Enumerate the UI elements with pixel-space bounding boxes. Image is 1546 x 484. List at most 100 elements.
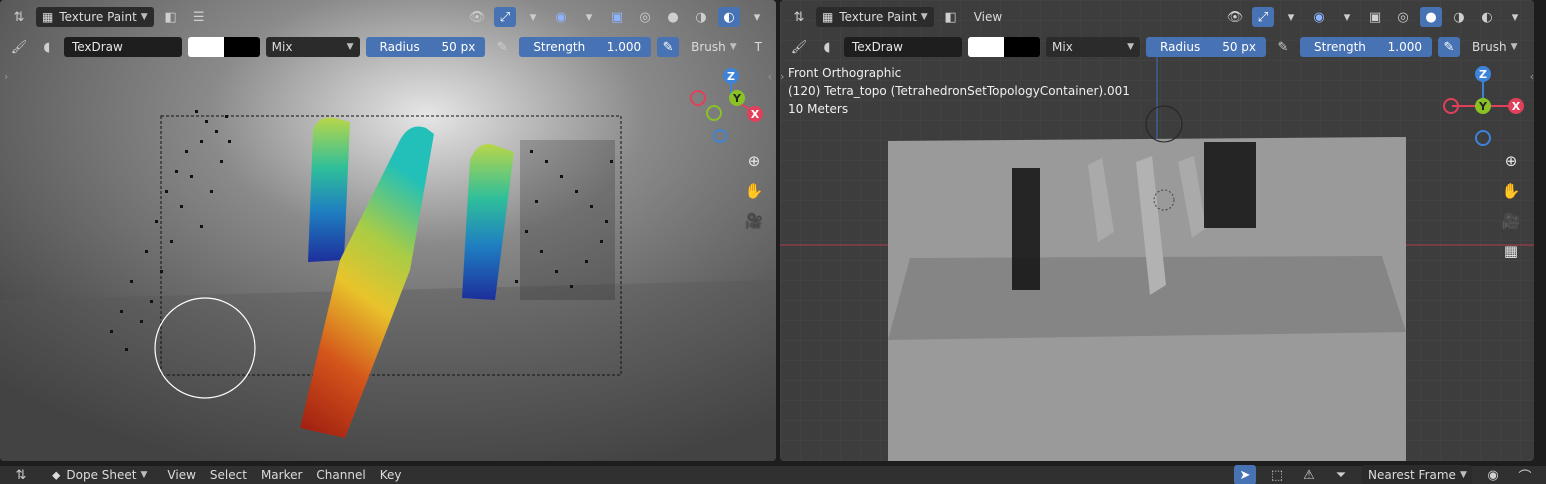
truncated-menu[interactable]: T <box>749 37 768 57</box>
brush-icon[interactable]: 🖌 <box>8 37 30 57</box>
wireframe-shading-icon[interactable]: ◎ <box>1392 7 1414 27</box>
proportional-icon[interactable]: ◉ <box>1482 465 1504 484</box>
strength-label: Strength <box>1314 40 1366 54</box>
left-3d-viewport[interactable]: ⇅ ▦ Texture Paint ▼ ◧ ☰ 👁 ⤢ ▾ ◉ ▾ ▣ ◎ ● … <box>0 0 776 461</box>
color-swatch[interactable] <box>968 37 1040 57</box>
brush-menu-label: Brush <box>1472 40 1507 54</box>
navigation-gizmo[interactable]: Z X Y <box>684 64 768 148</box>
radius-label: Radius <box>379 40 420 54</box>
right-header: ⇅ ▦ Texture Paint ▼ ◧ View 👁 ⤢ ▾ ◉ ▾ ▣ ◎… <box>780 0 1534 34</box>
filter-icon[interactable]: ⏷ <box>1330 465 1352 484</box>
color-swatch[interactable] <box>187 37 260 57</box>
snap-label: Nearest Frame <box>1368 468 1456 482</box>
wireframe-shading-icon[interactable]: ◎ <box>634 7 656 27</box>
pan-hand-icon[interactable]: ✋ <box>1498 178 1524 204</box>
editor-type-icon[interactable]: ⇅ <box>10 465 32 484</box>
brush-icon[interactable]: 🖌 <box>788 37 810 57</box>
pressure-icon[interactable]: ✎ <box>491 37 513 57</box>
right-tool-settings: 🖌 ◖ TexDraw Mix ▼ Radius 50 px ✎ Strengt… <box>780 30 1534 64</box>
brush-name-field[interactable]: TexDraw <box>63 37 182 57</box>
menu-marker[interactable]: Marker <box>261 468 302 482</box>
camera-icon[interactable]: 🎥 <box>1498 208 1524 234</box>
menu-key[interactable]: Key <box>380 468 402 482</box>
chevron-down-icon[interactable]: ▾ <box>1280 7 1302 27</box>
visibility-icon[interactable]: 👁 <box>466 7 488 27</box>
right-3d-viewport[interactable]: ⇅ ▦ Texture Paint ▼ ◧ View 👁 ⤢ ▾ ◉ ▾ ▣ ◎… <box>780 0 1534 461</box>
mode-label: Texture Paint <box>839 10 917 24</box>
viewport-info-overlay: Front Orthographic (120) Tetra_topo (Tet… <box>788 64 1130 118</box>
editor-type-icon[interactable]: ⇅ <box>8 7 30 27</box>
view-name: Front Orthographic <box>788 66 902 80</box>
mode-selector[interactable]: ▦ Texture Paint ▼ <box>816 7 934 27</box>
radius-slider[interactable]: Radius 50 px <box>1146 37 1266 57</box>
grid-icon[interactable]: ▦ <box>1498 238 1524 264</box>
curve-icon[interactable]: ⌒ <box>1514 465 1536 484</box>
mode-label: Texture Paint <box>59 10 137 24</box>
strength-slider[interactable]: Strength 1.000 <box>519 37 652 57</box>
gizmo-toggle-icon[interactable]: ⤢ <box>494 7 516 27</box>
material-shading-icon[interactable]: ◑ <box>1448 7 1470 27</box>
mode-selector[interactable]: ▦ Texture Paint ▼ <box>36 7 154 27</box>
toolbar-expand-arrow[interactable]: › <box>4 70 8 83</box>
chevron-down-icon: ▼ <box>1127 42 1134 52</box>
sidebar-expand-arrow[interactable]: ‹ <box>1530 70 1534 83</box>
navigation-gizmo[interactable]: Z X Y <box>1442 64 1526 148</box>
snap-dropdown[interactable]: Nearest Frame ▼ <box>1362 465 1472 484</box>
select-icon[interactable]: ➤ <box>1234 465 1256 484</box>
overlay-icon[interactable]: ◉ <box>1308 7 1330 27</box>
solid-shading-icon[interactable]: ● <box>1420 7 1442 27</box>
brush-menu[interactable]: Brush ▼ <box>1466 37 1524 57</box>
dopesheet-mode[interactable]: ⬥ Dope Sheet ▼ <box>46 465 153 484</box>
material-shading-icon[interactable]: ◑ <box>690 7 712 27</box>
radius-slider[interactable]: Radius 50 px <box>365 37 486 57</box>
brush-name-field[interactable]: TexDraw <box>844 37 962 57</box>
blend-dropdown[interactable]: Mix ▼ <box>265 37 360 57</box>
chevron-down-icon[interactable]: ▾ <box>746 7 768 27</box>
zoom-icon[interactable]: ⊕ <box>1498 148 1524 174</box>
xray-icon[interactable]: ▣ <box>1364 7 1386 27</box>
brush-preview-icon[interactable]: ◖ <box>816 37 838 57</box>
overlay-icon[interactable]: ◉ <box>550 7 572 27</box>
pressure-icon[interactable]: ✎ <box>657 37 680 57</box>
chevron-down-icon[interactable]: ▾ <box>522 7 544 27</box>
blend-dropdown[interactable]: Mix ▼ <box>1046 37 1140 57</box>
chevron-down-icon: ▼ <box>346 42 354 52</box>
strength-slider[interactable]: Strength 1.000 <box>1300 37 1432 57</box>
warning-icon[interactable]: ⚠ <box>1298 465 1320 484</box>
brush-menu[interactable]: Brush ▼ <box>685 37 743 57</box>
scale-info: 10 Meters <box>788 102 849 116</box>
visibility-icon[interactable]: 👁 <box>1224 7 1246 27</box>
brush-preview-icon[interactable]: ◖ <box>36 37 58 57</box>
chevron-down-icon[interactable]: ▾ <box>1504 7 1526 27</box>
gizmo-y: Y <box>1478 100 1488 113</box>
chevron-down-icon[interactable]: ▾ <box>1336 7 1358 27</box>
rendered-shading-icon[interactable]: ◐ <box>718 7 740 27</box>
blend-label: Mix <box>1052 40 1073 54</box>
pan-hand-icon[interactable]: ✋ <box>741 178 767 204</box>
pressure-icon[interactable]: ✎ <box>1438 37 1460 57</box>
object-mode-icon[interactable]: ◧ <box>940 7 962 27</box>
object-mode-icon[interactable]: ◧ <box>160 7 182 27</box>
pressure-icon[interactable]: ✎ <box>1272 37 1294 57</box>
checker-icon: ▦ <box>822 10 834 24</box>
box-select-icon[interactable]: ⬚ <box>1266 465 1288 484</box>
zoom-icon[interactable]: ⊕ <box>741 148 767 174</box>
menu-select[interactable]: Select <box>210 468 247 482</box>
editor-type-icon[interactable]: ⇅ <box>788 7 810 27</box>
menu-channel[interactable]: Channel <box>316 468 365 482</box>
solid-shading-icon[interactable]: ● <box>662 7 684 27</box>
camera-icon[interactable]: 🎥 <box>741 208 767 234</box>
radius-value: 50 px <box>1222 40 1256 54</box>
view-menu[interactable]: View <box>968 7 1008 27</box>
xray-icon[interactable]: ▣ <box>606 7 628 27</box>
toolbar-expand-arrow[interactable]: › <box>780 70 784 83</box>
rendered-shading-icon[interactable]: ◐ <box>1476 7 1498 27</box>
strength-label: Strength <box>533 40 586 54</box>
right-point-cloud <box>515 140 615 300</box>
gizmo-toggle-icon[interactable]: ⤢ <box>1252 7 1274 27</box>
strength-value: 1.000 <box>606 40 642 54</box>
menu-icon[interactable]: ☰ <box>188 7 210 27</box>
sidebar-expand-arrow[interactable]: ‹ <box>768 70 772 83</box>
chevron-down-icon[interactable]: ▾ <box>578 7 600 27</box>
menu-view[interactable]: View <box>167 468 195 482</box>
